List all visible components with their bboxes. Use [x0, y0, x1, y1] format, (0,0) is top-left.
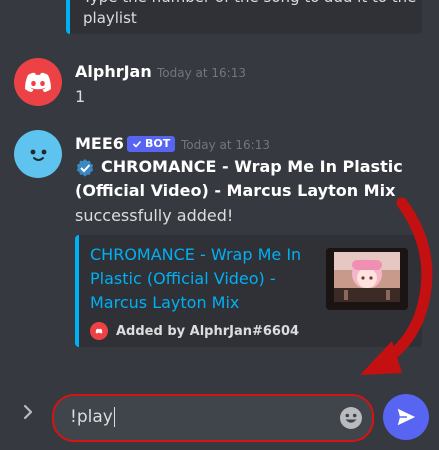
message-text: successfully added!: [75, 206, 234, 225]
video-thumbnail[interactable]: [326, 248, 408, 310]
message-input[interactable]: !play: [52, 394, 374, 442]
mee6-face-icon: [30, 149, 47, 161]
embed-title-line1[interactable]: CHROMANCE - Wrap Me In: [90, 243, 315, 267]
embed-title-link[interactable]: CHROMANCE - Wrap Me In Plastic (Official…: [90, 243, 315, 315]
verified-check-icon: [75, 158, 95, 178]
chevron-right-icon[interactable]: [18, 402, 38, 422]
username[interactable]: MEE6: [75, 134, 124, 153]
send-icon: [397, 408, 416, 426]
timestamp: Today at 16:13: [157, 66, 246, 80]
discord-logo-icon: [90, 322, 108, 340]
bot-badge-label: BOT: [145, 137, 171, 150]
embed-footer-text: Added by AlphrJan#6604: [116, 323, 300, 339]
message-input-value[interactable]: !play: [70, 407, 113, 427]
message-text: 1: [75, 87, 86, 106]
send-button[interactable]: [383, 394, 429, 440]
timestamp: Today at 16:13: [181, 138, 270, 152]
track-title-line2: (Official Video) - Marcus Layton Mix: [75, 181, 396, 200]
emoji-icon[interactable]: [339, 406, 363, 430]
track-title-line1: CHROMANCE - Wrap Me In Plastic: [101, 157, 403, 176]
avatar[interactable]: [14, 130, 62, 178]
avatar[interactable]: [14, 58, 62, 106]
track-embed: CHROMANCE - Wrap Me In Plastic (Official…: [75, 235, 422, 347]
text-caret: [113, 407, 115, 427]
bot-badge: BOT: [127, 136, 176, 152]
embed-title-line3[interactable]: Marcus Layton Mix: [90, 291, 315, 315]
embed-title-line2[interactable]: Plastic (Official Video) -: [90, 267, 315, 291]
discord-logo-icon: [25, 72, 51, 92]
previous-embed-line1: Type the number of the song to add it to…: [83, 0, 416, 8]
checkmark-icon: [132, 140, 142, 148]
previous-embed-line2: playlist: [83, 9, 137, 27]
previous-embed: Type the number of the song to add it to…: [66, 0, 422, 34]
username[interactable]: AlphrJan: [75, 62, 152, 81]
embed-footer: Added by AlphrJan#6604: [90, 322, 299, 340]
